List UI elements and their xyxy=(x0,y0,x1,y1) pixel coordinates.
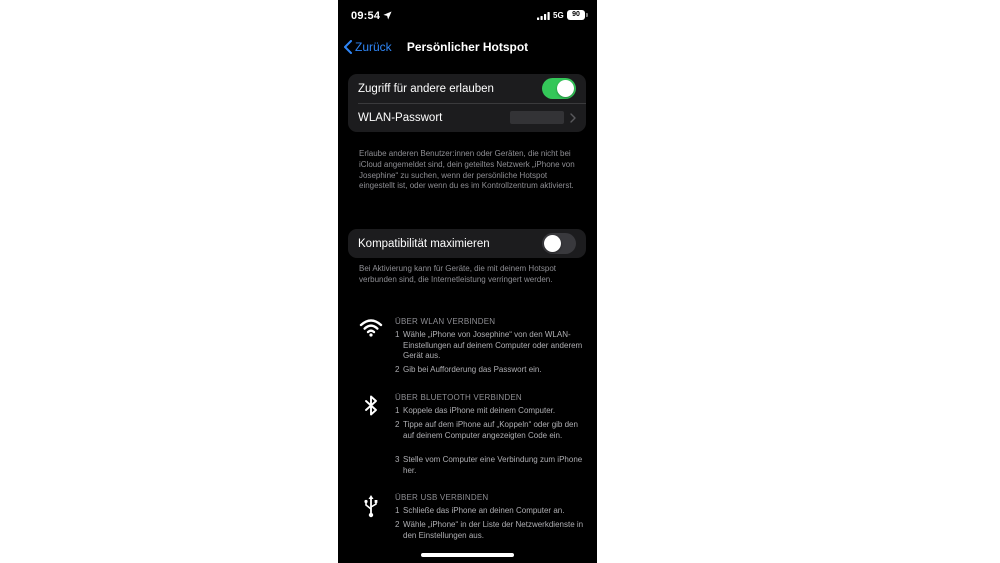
step-number: 1 xyxy=(395,406,400,415)
chevron-right-icon xyxy=(570,113,576,123)
allow-access-label: Zugriff für andere erlauben xyxy=(358,82,494,95)
step-number: 1 xyxy=(395,506,400,515)
access-footnote: Erlaube anderen Benutzer:innen oder Gerä… xyxy=(359,149,575,191)
step-text: Stelle vom Computer eine Verbindung zum … xyxy=(403,455,583,475)
toggle-knob xyxy=(557,80,574,97)
step-text: Schließe das iPhone an deinen Computer a… xyxy=(403,506,565,515)
step-number: 2 xyxy=(395,365,400,374)
bluetooth-step-3: 3 Stelle vom Computer eine Verbindung zu… xyxy=(395,455,590,476)
step-number: 3 xyxy=(395,455,400,464)
compatibility-toggle[interactable] xyxy=(542,233,576,254)
status-time: 09:54 xyxy=(351,10,381,22)
battery-tip xyxy=(586,13,588,17)
step-number: 2 xyxy=(395,420,400,429)
compatibility-group: Kompatibilität maximieren xyxy=(348,229,586,258)
cellular-signal-icon xyxy=(537,12,550,20)
bluetooth-icon xyxy=(365,395,377,416)
wlan-step-2: 2 Gib bei Aufforderung das Passwort ein. xyxy=(395,365,590,376)
allow-access-row: Zugriff für andere erlauben xyxy=(348,74,586,103)
compatibility-row: Kompatibilität maximieren xyxy=(348,229,586,258)
usb-step-2: 2 Wähle „iPhone“ in der Liste der Netzwe… xyxy=(395,520,590,541)
allow-access-toggle[interactable] xyxy=(542,78,576,99)
step-text: Wähle „iPhone von Josephine“ von den WLA… xyxy=(403,330,583,361)
bluetooth-step-2: 2 Tippe auf dem iPhone auf „Koppeln“ ode… xyxy=(395,420,590,441)
status-bar: 09:54 5G 90 xyxy=(338,0,597,32)
battery-icon: 90 xyxy=(567,10,585,20)
nav-bar: Zurück Persönlicher Hotspot xyxy=(338,32,597,62)
wifi-password-label: WLAN-Passwort xyxy=(358,111,443,124)
bluetooth-title: ÜBER BLUETOOTH VERBINDEN xyxy=(395,393,522,402)
compatibility-footnote: Bei Aktivierung kann für Geräte, die mit… xyxy=(359,264,556,284)
toggle-knob xyxy=(544,235,561,252)
network-type: 5G xyxy=(553,11,564,20)
step-text: Gib bei Aufforderung das Passwort ein. xyxy=(403,365,542,374)
step-text: Koppele das iPhone mit deinem Computer. xyxy=(403,406,556,415)
wifi-password-value-masked xyxy=(510,111,564,124)
page-title: Persönlicher Hotspot xyxy=(406,40,529,54)
home-indicator[interactable] xyxy=(421,553,514,557)
access-settings-group: Zugriff für andere erlauben WLAN-Passwor… xyxy=(348,74,586,132)
bluetooth-step-1: 1 Koppele das iPhone mit deinem Computer… xyxy=(395,406,590,417)
wifi-icon xyxy=(359,319,383,337)
compatibility-label: Kompatibilität maximieren xyxy=(358,237,490,250)
phone-screen: 09:54 5G 90 Zurück Persönlicher Hotspot … xyxy=(338,0,597,563)
usb-icon xyxy=(364,495,378,518)
location-arrow-icon xyxy=(383,11,392,20)
wlan-step-1: 1 Wähle „iPhone von Josephine“ von den W… xyxy=(395,330,590,362)
step-text: Tippe auf dem iPhone auf „Koppeln“ oder … xyxy=(403,420,578,440)
usb-title: ÜBER USB VERBINDEN xyxy=(395,493,489,502)
usb-step-1: 1 Schließe das iPhone an deinen Computer… xyxy=(395,506,590,517)
wifi-password-row[interactable]: WLAN-Passwort xyxy=(348,103,586,132)
step-number: 2 xyxy=(395,520,400,529)
step-text: Wähle „iPhone“ in der Liste der Netzwerk… xyxy=(403,520,584,540)
wlan-title: ÜBER WLAN VERBINDEN xyxy=(395,317,496,326)
step-number: 1 xyxy=(395,330,400,339)
